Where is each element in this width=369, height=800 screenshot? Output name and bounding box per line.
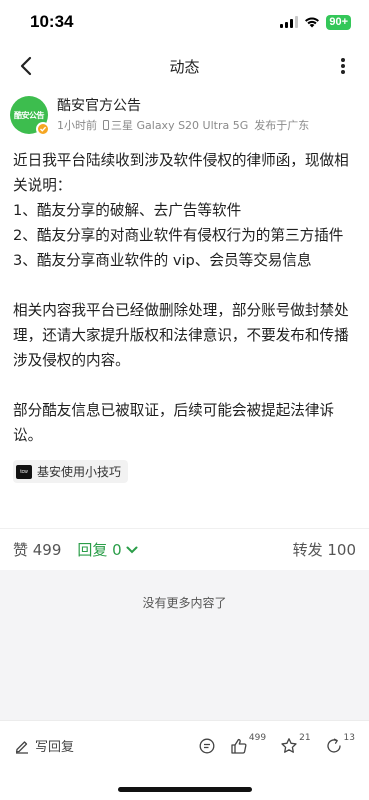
tag-logo: tcw	[16, 464, 32, 479]
replies-count: 回复 0	[77, 541, 122, 559]
replies-area: 没有更多内容了	[0, 570, 369, 720]
post-location: 发布于广东	[254, 119, 310, 132]
page-title: 动态	[169, 57, 200, 76]
post-paragraph: 近日我平台陆续收到涉及软件侵权的律师函，现做相关说明：	[13, 152, 349, 194]
pencil-icon	[15, 740, 28, 754]
favorite-button[interactable]: 21	[280, 733, 311, 755]
verified-badge-icon	[36, 122, 50, 136]
post-content: 近日我平台陆续收到涉及软件侵权的律师函，现做相关说明： 1、酷友分享的破解、去广…	[0, 134, 369, 448]
author-block: 酷安官方公告 1小时前 三星 Galaxy S20 Ultra 5G 发布于广东	[57, 96, 309, 133]
post-paragraph: 相关内容我平台已经做删除处理，部分账号做封禁处理，还请大家提升版权和法律意识，不…	[13, 302, 349, 369]
bottom-bar: 写回复 499 21 13	[0, 720, 369, 770]
more-vertical-icon	[340, 58, 345, 74]
replies-toggle[interactable]: 回复 0	[77, 539, 138, 560]
home-indicator	[117, 787, 252, 792]
post-paragraph: 3、酷友分享商业软件的 vip、会员等交易信息	[13, 252, 312, 269]
post-time: 1小时前	[57, 119, 97, 132]
thumbs-up-icon	[231, 738, 247, 754]
comment-button[interactable]	[198, 737, 216, 755]
share-count: 13	[343, 732, 355, 743]
status-bar: 10:34 90+	[0, 0, 369, 44]
reposts-count[interactable]: 转发 100	[293, 539, 356, 560]
bottom-actions: 499 21 13	[198, 733, 355, 755]
likes-count[interactable]: 赞 499	[13, 539, 61, 560]
like-button[interactable]: 499	[230, 733, 266, 755]
share-button[interactable]: 13	[325, 733, 355, 755]
comment-icon	[199, 738, 215, 753]
chevron-down-icon	[126, 546, 138, 553]
avatar[interactable]: 酷安公告	[10, 96, 50, 136]
post-paragraph: 2、酷友分享的对商业软件有侵权行为的第三方插件	[13, 227, 344, 244]
chevron-left-icon	[20, 56, 32, 76]
author-name[interactable]: 酷安官方公告	[57, 97, 309, 115]
write-reply-label: 写回复	[35, 740, 75, 755]
back-button[interactable]	[12, 52, 40, 80]
battery-indicator: 90+	[326, 14, 351, 30]
status-time: 10:34	[30, 12, 74, 31]
star-icon	[281, 737, 297, 753]
star-count: 21	[299, 732, 311, 743]
tag-label: 基安使用小技巧	[37, 465, 122, 479]
like-count: 499	[248, 732, 267, 743]
no-more-content-text: 没有更多内容了	[142, 596, 227, 610]
wifi-icon	[305, 17, 320, 28]
device-info: 三星 Galaxy S20 Ultra 5G	[103, 117, 248, 133]
phone-icon	[103, 120, 109, 130]
share-icon	[326, 738, 341, 753]
avatar-logo-text: 酷安公告	[14, 110, 45, 120]
topic-tag[interactable]: tcw 基安使用小技巧	[13, 460, 129, 483]
nav-bar: 动态	[0, 44, 369, 88]
post-header: 酷安公告 酷安官方公告 1小时前 三星 Galaxy S20 Ultra 5G …	[0, 88, 369, 136]
post-paragraph: 部分酷友信息已被取证，后续可能会被提起法律诉讼。	[13, 402, 335, 444]
signal-icon	[280, 16, 299, 28]
post-paragraph: 1、酷友分享的破解、去广告等软件	[13, 202, 242, 219]
post-action-row: 赞 499 回复 0 转发 100	[0, 528, 369, 570]
post-meta: 1小时前 三星 Galaxy S20 Ultra 5G 发布于广东	[57, 117, 309, 133]
write-reply-button[interactable]: 写回复	[14, 736, 74, 755]
status-icons: 90+	[280, 14, 351, 30]
more-button[interactable]	[329, 52, 357, 80]
device-name: 三星 Galaxy S20 Ultra 5G	[111, 119, 249, 132]
